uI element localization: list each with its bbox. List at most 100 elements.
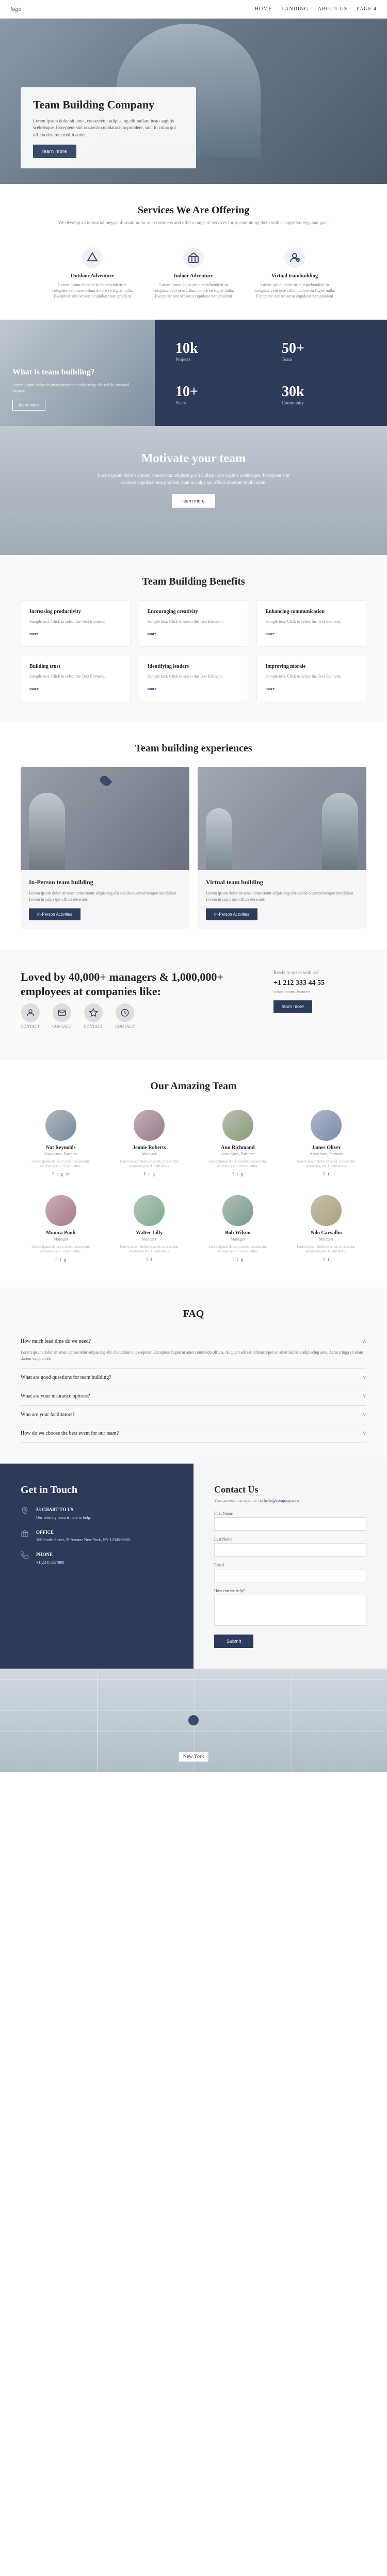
- social-facebook-icon[interactable]: f: [232, 1172, 234, 1176]
- outdoor-icon: [82, 247, 103, 268]
- member-3-desc: Lorem ipsum dolor sit amet, consectetur …: [292, 1159, 362, 1169]
- motivate-cta-button[interactable]: learn more: [172, 494, 215, 508]
- benefit-2-link[interactable]: more: [265, 632, 275, 636]
- hero-cta-button[interactable]: learn more: [33, 145, 76, 158]
- email-input[interactable]: [214, 1569, 366, 1582]
- loved-cta-button[interactable]: learn more: [273, 1000, 312, 1013]
- navbar: logo HOME LANDING ABOUT US PAGE 4: [0, 0, 387, 19]
- social-twitter-icon[interactable]: t: [151, 1257, 152, 1262]
- nav-page4[interactable]: PAGE 4: [357, 6, 377, 12]
- benefit-3-link[interactable]: more: [29, 686, 39, 691]
- message-textarea[interactable]: [214, 1595, 366, 1626]
- benefit-productivity: Increasing productivity Sample text. Cli…: [21, 600, 131, 647]
- faq-question-0[interactable]: How much lead time do we need? ∧: [21, 1339, 366, 1344]
- loved-logo-0-label: CONTACT: [21, 1024, 40, 1029]
- faq-q3-text: Who are your facilitators?: [21, 1412, 75, 1418]
- hero-title: Team Building Company: [33, 98, 184, 113]
- social-facebook-icon[interactable]: f: [324, 1172, 325, 1176]
- faq-question-1[interactable]: What are good questions for team buildin…: [21, 1375, 366, 1380]
- social-facebook-icon[interactable]: f: [232, 1257, 234, 1262]
- nav-landing[interactable]: LANDING: [281, 6, 309, 12]
- services-subtitle: We develop an industrial mega-informatio…: [21, 219, 366, 227]
- submit-button[interactable]: Submit: [214, 1635, 253, 1648]
- office-icon: [21, 1529, 31, 1540]
- service-outdoor: Outdoor Adventure Lorem ipsum dolor sit …: [46, 242, 139, 305]
- loved-right: Ready to speak with us? +1 212 333 44 55…: [273, 970, 366, 1013]
- loved-logo-3-label: CONTACT: [115, 1024, 134, 1029]
- nav-home[interactable]: HOME: [255, 6, 272, 12]
- contact-icon-2: [84, 1003, 103, 1022]
- hero-description: Lorem ipsum dolor sit amet, consectetur …: [33, 118, 184, 139]
- social-google-icon[interactable]: g: [64, 1257, 66, 1262]
- service-indoor-desc: Lorem ipsum dolor sit in reprehenderit i…: [152, 282, 235, 300]
- member-3-role: Associates, Partners: [292, 1152, 362, 1156]
- social-twitter-icon[interactable]: t: [148, 1172, 149, 1176]
- benefit-2-title: Enhancing communication: [265, 609, 358, 615]
- social-facebook-icon[interactable]: f: [144, 1172, 146, 1176]
- benefit-4-link[interactable]: more: [148, 686, 157, 691]
- social-facebook-icon[interactable]: f: [147, 1257, 148, 1262]
- social-google-icon[interactable]: g: [241, 1257, 243, 1262]
- exp-inperson: In-Person team building Lorem ipsum dolo…: [21, 767, 189, 928]
- social-facebook-icon[interactable]: f: [52, 1172, 54, 1176]
- avatar-7: [311, 1195, 342, 1226]
- faq-q2-text: What are your insurance options?: [21, 1393, 90, 1399]
- social-facebook-icon[interactable]: f: [324, 1257, 325, 1262]
- social-twitter-icon[interactable]: t: [57, 1172, 58, 1176]
- form-group-email: Email: [214, 1563, 366, 1582]
- nav-about[interactable]: ABOUT US: [318, 6, 348, 12]
- what-cta-button[interactable]: learn more: [12, 400, 45, 411]
- benefit-creativity: Encouraging creativity Sample text. Clic…: [139, 600, 249, 647]
- social-google-icon[interactable]: g: [241, 1172, 243, 1176]
- member-0-role: Associates, Partners: [26, 1152, 96, 1156]
- exp-inperson-button[interactable]: In-Person Activities: [29, 908, 80, 920]
- first-name-input[interactable]: [214, 1517, 366, 1531]
- social-twitter-icon[interactable]: t: [237, 1257, 238, 1262]
- faq-title: FAQ: [21, 1308, 366, 1320]
- member-4-role: Manager: [26, 1237, 96, 1242]
- member-7-role: Manager: [292, 1237, 362, 1242]
- faq-question-3[interactable]: Who are your facilitators? ∨: [21, 1412, 366, 1418]
- indoor-icon: [183, 247, 204, 268]
- contact-left: Get in Touch 33 CHART TO US Our friendly…: [0, 1464, 194, 1669]
- social-twitter-icon[interactable]: t: [60, 1257, 61, 1262]
- exp-virtual-button[interactable]: In-Person Activities: [206, 908, 257, 920]
- contact-email-link[interactable]: hello@company.com: [264, 1498, 299, 1503]
- first-name-label: First Name: [214, 1511, 366, 1516]
- loved-right-prompt: Ready to speak with us?: [273, 970, 366, 975]
- social-twitter-icon[interactable]: t: [237, 1172, 238, 1176]
- benefit-0-link[interactable]: more: [29, 632, 39, 636]
- member-5-role: Manager: [115, 1237, 185, 1242]
- exp-virtual-title: Virtual team building: [206, 878, 358, 886]
- loved-logos: CONTACT CONTACT CONTACT CONTACT: [21, 1003, 253, 1039]
- nav-links: HOME LANDING ABOUT US PAGE 4: [255, 6, 377, 12]
- social-twitter-icon[interactable]: t: [328, 1172, 329, 1176]
- benefit-5-link[interactable]: more: [265, 686, 275, 691]
- service-indoor: Indoor Adventure Lorem ipsum dolor sit i…: [147, 242, 240, 305]
- contact-info-1-label: OFFICE: [36, 1529, 130, 1536]
- contact-icon-3: [116, 1003, 134, 1022]
- stat-projects-num: 10k: [175, 340, 198, 357]
- benefits-title: Team Building Benefits: [21, 576, 366, 588]
- social-google-icon[interactable]: g: [153, 1172, 155, 1176]
- faq-question-4[interactable]: How do we choose the best event for our …: [21, 1431, 366, 1436]
- member-3-name: James Oliver: [292, 1145, 362, 1151]
- social-facebook-icon[interactable]: f: [55, 1257, 57, 1262]
- last-name-label: Last Name: [214, 1537, 366, 1542]
- stat-team-label: Team: [282, 357, 292, 362]
- member-7-name: Nilo Carvalho: [292, 1230, 362, 1236]
- stat-community-label: Community: [282, 400, 304, 405]
- message-label: How can we help?: [214, 1589, 366, 1593]
- contact-info-0: 33 CHART TO US Our friendly team is here…: [21, 1506, 173, 1521]
- loved-phone: +1 212 333 44 55: [273, 979, 366, 987]
- social-twitter-icon[interactable]: t: [328, 1257, 329, 1262]
- social-linkedin-icon[interactable]: in: [66, 1172, 69, 1176]
- last-name-input[interactable]: [214, 1543, 366, 1557]
- faq-question-2[interactable]: What are your insurance options? ∨: [21, 1393, 366, 1399]
- team-member-5: Walter Lilly Manager Lorem ipsum dolor s…: [109, 1190, 190, 1267]
- faq-item-1: What are good questions for team buildin…: [21, 1369, 366, 1387]
- social-google-icon[interactable]: g: [61, 1172, 63, 1176]
- benefit-1-link[interactable]: more: [148, 632, 157, 636]
- benefit-leaders: Identifying leaders Sample text. Click t…: [139, 655, 249, 701]
- stat-projects-label: Projects: [175, 357, 190, 362]
